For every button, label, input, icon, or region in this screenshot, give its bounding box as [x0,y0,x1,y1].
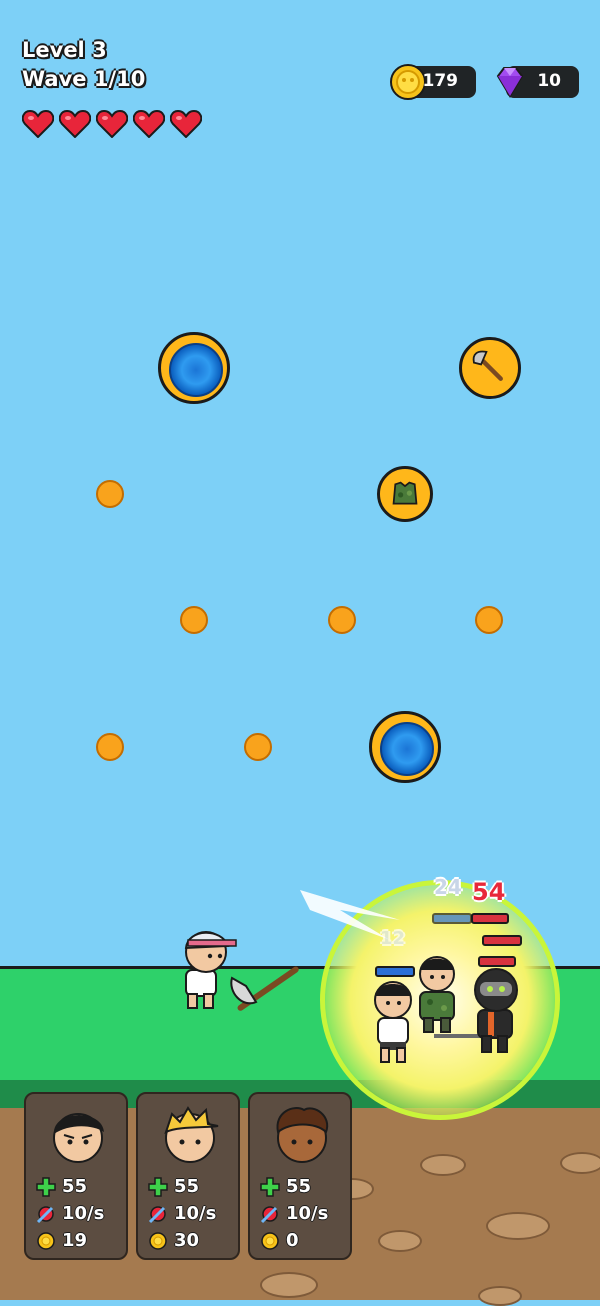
attack-speed-icon [260,1205,278,1223]
hero-card-curly-hair[interactable]: 55 10/s 0 [248,1092,352,1260]
coin-node[interactable] [180,606,208,634]
sky-background [0,0,600,968]
hero-rate-value: 10/s [286,1203,329,1224]
hero-hp-stat: 55 [260,1176,311,1197]
coin-node[interactable] [244,733,272,761]
enemy-biker [434,968,518,1053]
hero-avatar [276,1107,329,1163]
vest-icon [392,481,418,505]
ground-stone [486,1212,550,1240]
attack-speed-icon [148,1205,166,1223]
coin-icon [261,1231,279,1250]
portal-node[interactable] [369,711,441,783]
portal-node[interactable] [158,332,230,404]
player-hero [184,931,299,1011]
hero-cost-value: 30 [174,1230,200,1251]
level-label: Level 3 [22,38,107,62]
enemy-health-bar [482,935,522,946]
health-plus-icon [260,1176,280,1197]
heart-icon [59,110,91,138]
coin-counter: 179 [390,64,476,100]
armor-upgrade-node[interactable] [377,466,433,522]
hero-rate-stat: 10/s [36,1203,104,1224]
axe-upgrade-node[interactable] [459,337,521,399]
hero-rate-stat: 10/s [260,1203,328,1224]
health-plus-icon [148,1176,168,1197]
coin-node[interactable] [328,606,356,634]
coin-node[interactable] [96,480,124,508]
enemy-health-bar [432,913,472,924]
coin-icon [37,1231,55,1250]
heart-icon [96,110,128,138]
wave-label: Wave 1/10 [22,67,146,91]
coin-node[interactable] [475,606,503,634]
hero-rate-stat: 10/s [148,1203,216,1224]
hero-hp-value: 55 [174,1176,200,1197]
damage-number: 12 [380,928,406,949]
health-plus-icon [36,1176,56,1197]
hero-avatar [164,1106,219,1163]
hero-hp-stat: 55 [148,1176,199,1197]
hero-avatar [53,1113,104,1163]
hero-cost-value: 0 [286,1230,299,1251]
hero-cost-stat: 30 [148,1230,199,1251]
damage-number: 24 [434,875,462,899]
heart-icon [133,110,165,138]
heart-icon [170,110,202,138]
ground-stone [478,1286,522,1306]
hero-cost-value: 19 [62,1230,88,1251]
gem-count: 10 [537,71,561,91]
axe-icon [472,350,503,381]
gem-counter: 10 [496,66,579,98]
hero-hp-stat: 55 [36,1176,87,1197]
lives-hearts [22,110,202,138]
hero-cost-stat: 0 [260,1230,299,1251]
ground-stone [420,1154,466,1176]
ground-stone [378,1230,422,1252]
ground-stone [260,1272,318,1298]
enemy-health-bar [471,913,509,924]
hero-rate-value: 10/s [62,1203,105,1224]
attack-speed-icon [36,1205,54,1223]
hero-rate-value: 10/s [174,1203,217,1224]
heart-icon [22,110,54,138]
gem-icon [496,67,524,98]
hero-hp-value: 55 [286,1176,312,1197]
coin-count: 179 [422,71,459,91]
damage-number-critical: 54 [472,878,506,906]
coin-node[interactable] [96,733,124,761]
hero-card-blonde[interactable]: 55 10/s 30 [136,1092,240,1260]
enemy-health-bar [375,966,415,977]
hero-cost-stat: 19 [36,1230,87,1251]
coin-icon [149,1231,167,1250]
ground-stone [560,1152,600,1174]
hero-card-black-hair[interactable]: 55 10/s 19 [24,1092,128,1260]
hero-hp-value: 55 [62,1176,88,1197]
